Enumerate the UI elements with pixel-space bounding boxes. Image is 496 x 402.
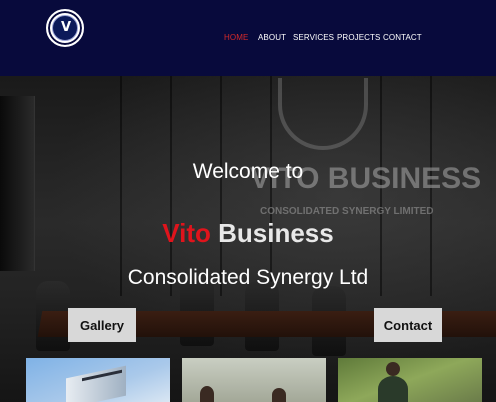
- main-nav: HOME ABOUT SERVICES PROJECTS CONTACT: [0, 33, 496, 45]
- nav-home[interactable]: HOME: [224, 33, 248, 42]
- hero-tagline: Consolidated Synergy Ltd: [127, 266, 369, 289]
- gallery-button[interactable]: Gallery: [68, 308, 136, 342]
- person-image: [272, 388, 286, 402]
- hero-welcome: Welcome to: [192, 160, 304, 183]
- wall-slat: [170, 76, 172, 296]
- wall-logo-icon: [278, 78, 368, 150]
- contact-button[interactable]: Contact: [374, 308, 442, 342]
- nav-contact[interactable]: CONTACT: [383, 33, 422, 42]
- person-image: [200, 386, 214, 402]
- wall-sign-line2: CONSOLIDATED SYNERGY LIMITED: [260, 206, 434, 217]
- person-image: [386, 362, 400, 376]
- wall-slat: [120, 76, 122, 296]
- hero-brand: Vito Business: [0, 218, 496, 249]
- site-header: V HOME ABOUT SERVICES PROJECTS CONTACT: [0, 0, 496, 76]
- wall-slat: [220, 76, 222, 296]
- project-thumbnail[interactable]: [26, 358, 170, 402]
- brand-word-white: Business: [218, 218, 334, 248]
- nav-about[interactable]: ABOUT: [258, 33, 286, 42]
- nav-services[interactable]: SERVICES: [293, 33, 334, 42]
- project-thumbnail[interactable]: [338, 358, 482, 402]
- person-image: [378, 376, 408, 402]
- brand-word-red: Vito: [162, 218, 211, 248]
- nav-projects[interactable]: PROJECTS: [337, 33, 380, 42]
- project-thumbnail[interactable]: [182, 358, 326, 402]
